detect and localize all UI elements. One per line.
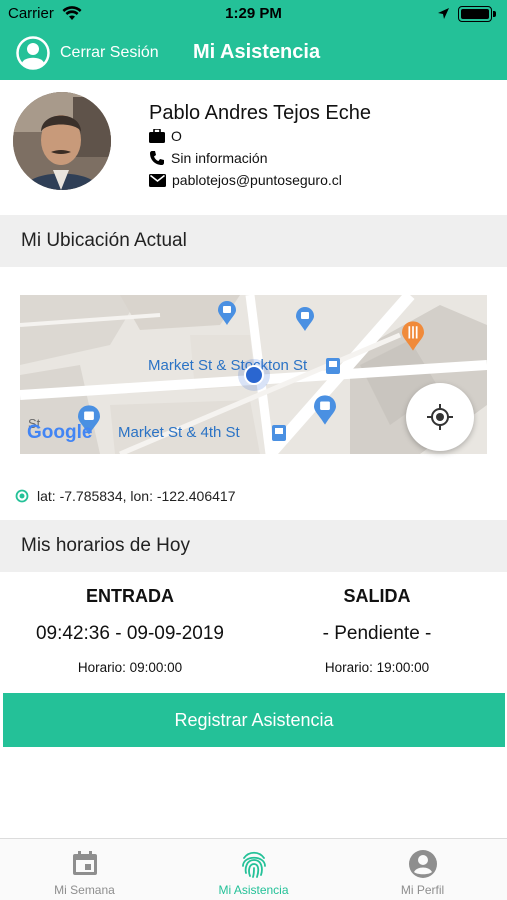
coordinates-row: lat: -7.785834, lon: -122.406417 — [15, 488, 236, 504]
tab-label: Mi Semana — [54, 883, 115, 897]
nav-bar: Cerrar Sesión Mi Asistencia — [0, 28, 507, 80]
entry-time: 09:42:36 - 09-09-2019 — [35, 623, 225, 644]
tab-bar: Mi Semana Mi Asistencia Mi Perfil — [0, 838, 507, 900]
exit-scheduled: Horario: 19:00:00 — [324, 660, 430, 675]
phone-icon — [150, 151, 164, 165]
tab-mi-semana[interactable]: Mi Semana — [0, 839, 169, 900]
phone-row: Sin información — [149, 150, 268, 166]
location-section-header: Mi Ubicación Actual — [0, 215, 507, 267]
tab-mi-asistencia[interactable]: Mi Asistencia — [169, 839, 338, 900]
schedule-times: ENTRADA 09:42:36 - 09-09-2019 Horario: 0… — [0, 572, 507, 692]
status-bar: Carrier 1:29 PM — [0, 0, 507, 28]
phone-text: Sin información — [171, 150, 268, 166]
tab-label: Mi Perfil — [400, 883, 445, 897]
coordinates-text: lat: -7.785834, lon: -122.406417 — [37, 488, 236, 504]
exit-time: - Pendiente - — [322, 623, 432, 644]
user-icon[interactable] — [16, 36, 50, 70]
schedule-section-title: Mis horarios de Hoy — [21, 535, 190, 556]
transit-pin-icon[interactable] — [314, 395, 336, 425]
location-section-title: Mi Ubicación Actual — [21, 230, 187, 251]
mail-icon — [149, 173, 166, 187]
role-text: O — [171, 128, 182, 144]
map-label-stop: Market St & Stockton St — [148, 357, 308, 374]
email-row: pablotejos@puntoseguro.cl — [149, 172, 342, 188]
my-location-button[interactable] — [406, 383, 474, 451]
battery-icon — [458, 6, 496, 22]
page-title: Mi Asistencia — [193, 41, 321, 63]
calendar-icon — [72, 851, 97, 875]
gps-crosshair-icon — [427, 404, 453, 430]
tab-mi-perfil[interactable]: Mi Perfil — [338, 839, 507, 900]
account-circle-icon — [408, 850, 437, 878]
exit-header: SALIDA — [343, 586, 411, 606]
briefcase-icon — [149, 129, 165, 143]
profile-card: Pablo Andres Tejos Eche O Sin informació… — [0, 80, 507, 215]
tab-label: Mi Asistencia — [218, 883, 289, 897]
google-logo: Google — [27, 422, 93, 443]
user-name: Pablo Andres Tejos Eche — [149, 102, 372, 124]
location-arrow-icon — [438, 8, 449, 19]
restaurant-pin-icon[interactable] — [402, 321, 424, 351]
role-row: O — [149, 128, 182, 144]
fingerprint-icon — [241, 851, 266, 878]
entry-scheduled: Horario: 09:00:00 — [77, 660, 183, 675]
entry-header: ENTRADA — [86, 586, 174, 606]
transit-pin-icon[interactable] — [218, 301, 236, 325]
location-target-icon — [15, 489, 29, 503]
logout-button[interactable]: Cerrar Sesión — [60, 44, 159, 62]
avatar — [13, 92, 111, 190]
map-label-stop: Market St & 4th St — [118, 424, 240, 441]
email-text: pablotejos@puntoseguro.cl — [172, 172, 342, 188]
transit-pin-icon[interactable] — [296, 307, 314, 331]
register-attendance-button[interactable]: Registrar Asistencia — [3, 693, 505, 747]
bus-stop-icon — [326, 358, 340, 374]
clock: 1:29 PM — [225, 5, 282, 22]
current-location-dot — [244, 365, 264, 385]
bus-stop-icon — [272, 425, 286, 441]
schedule-section-header: Mis horarios de Hoy — [0, 520, 507, 572]
